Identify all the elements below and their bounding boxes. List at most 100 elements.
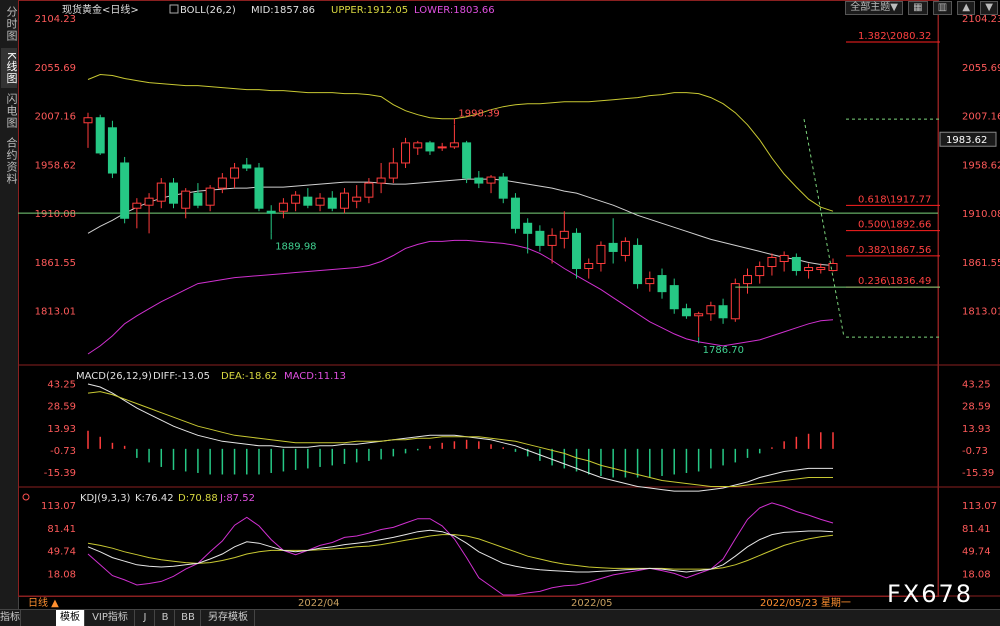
tab-kline[interactable]: K线图	[1, 48, 18, 88]
candle-body	[804, 267, 814, 272]
candle-body	[572, 232, 582, 270]
candle-body	[437, 146, 447, 149]
candle-body	[669, 285, 679, 310]
candle-body	[559, 230, 569, 239]
kdj-settings-icon	[22, 493, 30, 501]
macd-y-tick-label: -0.73	[962, 446, 988, 457]
candle-body	[352, 196, 362, 202]
grid-icon[interactable]: ▦	[908, 1, 928, 15]
candle-body	[474, 177, 484, 184]
candle-body	[193, 192, 203, 206]
candle-body	[462, 142, 472, 179]
x-tick-label: 2022/05/23 星期一	[760, 597, 851, 609]
y-tick-label: 1813.01	[35, 307, 76, 318]
tab-time-sharing[interactable]: 分时图	[1, 2, 18, 46]
y-tick-label: 2104.23	[962, 14, 1000, 25]
layout-icon[interactable]: ▥	[932, 1, 953, 15]
candle-body	[694, 313, 704, 317]
kdj-k-value: K:76.42	[135, 493, 174, 504]
macd-y-tick-label: 13.93	[962, 424, 991, 435]
kdj-y-tick-label: 113.07	[962, 501, 997, 512]
candle-body	[510, 197, 520, 229]
macd-y-tick-label: 28.59	[962, 402, 991, 413]
candle-body	[584, 263, 594, 270]
candle-body	[755, 266, 765, 277]
boll-lower-value: LOWER:1803.66	[414, 5, 495, 16]
candle-body	[633, 244, 643, 285]
y-tick-label: 1910.08	[35, 209, 76, 220]
candle-body	[767, 256, 777, 268]
fib-trend-line	[803, 119, 845, 338]
tab-j[interactable]: J	[136, 610, 155, 626]
candle-body	[168, 182, 178, 204]
candle-body	[278, 202, 288, 212]
theme-selector[interactable]: 全部主题▼	[845, 1, 903, 15]
bottom-bar: 指标 模板 VIP指标 J B BB 另存模板	[0, 609, 1000, 626]
macd-value: MACD:11.13	[284, 371, 346, 382]
period-indicator: 日线 ▲	[28, 596, 59, 609]
candle-body	[254, 167, 264, 209]
fib-level-label: 0.236\1836.49	[858, 276, 931, 287]
chart-canvas[interactable]: 2104.232104.232055.692055.692007.162007.…	[18, 0, 1000, 609]
boll-mid-line	[87, 178, 834, 266]
tab-contract-info[interactable]: 合约资料	[1, 134, 18, 188]
tab-template[interactable]: 模板	[56, 610, 85, 626]
macd-y-tick-label: 28.59	[47, 402, 76, 413]
candle-body	[523, 222, 533, 234]
candle-body	[608, 242, 618, 252]
candle-body	[376, 177, 386, 184]
candle-body	[83, 117, 93, 124]
candle-body	[596, 244, 606, 265]
y-tick-label: 1958.62	[962, 160, 1000, 171]
boll-lower-line	[87, 239, 834, 355]
y-tick-label: 2007.16	[962, 112, 1000, 123]
kdj-y-tick-label: 18.08	[47, 569, 76, 580]
macd-dea-value: DEA:-18.62	[221, 371, 277, 382]
instrument-name: 现货黄金<日线>	[62, 3, 139, 16]
watermark-logo: FX678	[887, 580, 973, 608]
y-tick-label: 1958.62	[35, 160, 76, 171]
price-label: 1786.70	[703, 345, 744, 356]
tab-bb[interactable]: BB	[176, 610, 201, 626]
candle-body	[425, 142, 435, 152]
candle-body	[303, 196, 313, 206]
boll-upper-value: UPPER:1912.05	[331, 5, 408, 16]
tab-flash-chart[interactable]: 闪电图	[1, 90, 18, 132]
candle-body	[547, 234, 557, 246]
kdj-j-value: J:87.52	[219, 493, 255, 504]
tab-indicators[interactable]: 指标	[0, 610, 21, 626]
chevron-up-icon[interactable]: ▲	[957, 1, 976, 15]
candle-body	[413, 142, 423, 149]
y-tick-label: 2055.69	[35, 63, 76, 74]
candle-body	[706, 305, 716, 315]
candle-body	[132, 202, 142, 209]
settings-icon	[169, 4, 179, 14]
kdj-y-tick-label: 49.74	[47, 547, 76, 558]
candle-body	[364, 182, 374, 198]
candle-body	[535, 230, 545, 246]
tab-b[interactable]: B	[156, 610, 175, 626]
plot-border	[18, 0, 939, 597]
tab-save-template[interactable]: 另存模板	[202, 610, 255, 626]
chevron-down-icon[interactable]: ▼	[980, 1, 998, 15]
macd-y-tick-label: 13.93	[47, 424, 76, 435]
y-tick-label: 1861.55	[962, 258, 1000, 269]
macd-y-tick-label: -0.73	[50, 446, 76, 457]
fib-level-label: 1.382\2080.32	[858, 31, 931, 42]
candle-body	[291, 194, 301, 204]
candle-body	[205, 187, 215, 206]
candle-body	[486, 176, 496, 184]
macd-diff-line	[87, 383, 833, 492]
macd-dea-line	[87, 391, 833, 487]
fib-level-label: 0.618\1917.77	[858, 194, 931, 205]
candle-body	[730, 283, 740, 320]
kdj-d-value: D:70.88	[178, 493, 218, 504]
sidebar: 分时图 K线图 闪电图 合约资料	[0, 0, 19, 609]
kdj-y-tick-label: 81.41	[962, 524, 991, 535]
kdj-y-tick-label: 81.41	[47, 524, 76, 535]
candle-body	[449, 142, 459, 148]
tab-vip-indicators[interactable]: VIP指标	[86, 610, 135, 626]
macd-diff-value: DIFF:-13.05	[153, 371, 210, 382]
candle-body	[718, 305, 728, 319]
candle-body	[95, 117, 105, 154]
